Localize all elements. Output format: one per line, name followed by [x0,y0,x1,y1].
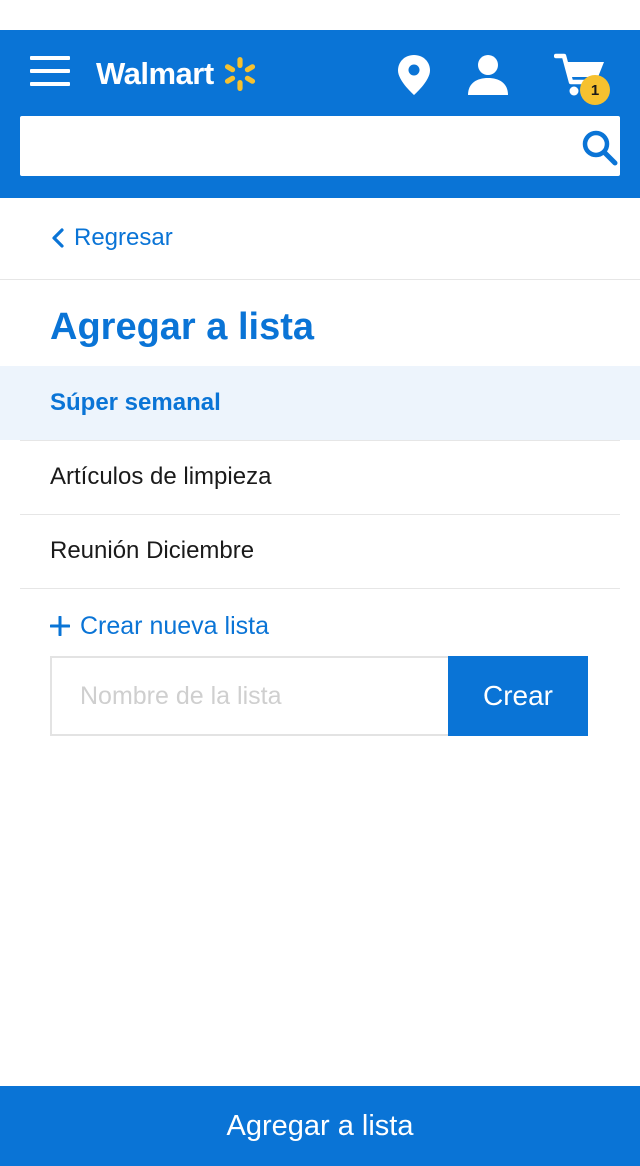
create-list-button[interactable]: Crear [448,656,588,736]
search-input[interactable] [20,116,550,176]
list-divider [20,588,620,589]
site-header: Walmart 1 [0,30,640,198]
list-name-input[interactable] [50,656,448,736]
list-item-super-semanal[interactable]: Súper semanal [0,366,640,440]
page-title: Agregar a lista [50,306,314,348]
plus-icon [50,616,70,636]
list-item-label: Súper semanal [50,389,221,416]
menu-icon[interactable] [30,56,70,90]
list-item-label: Artículos de limpieza [50,463,272,490]
add-to-list-button[interactable]: Agregar a lista [0,1086,640,1166]
list-item-articulos-limpieza[interactable]: Artículos de limpieza [0,440,640,514]
walmart-logo[interactable]: Walmart [96,52,260,96]
status-bar [0,0,640,30]
search-icon[interactable] [580,128,620,168]
list-item-label: Reunión Diciembre [50,537,255,564]
back-link[interactable]: Regresar [50,222,173,254]
user-icon[interactable] [466,54,510,96]
back-label: Regresar [74,224,173,251]
search-bar [20,116,620,176]
create-new-list-label: Crear nueva lista [80,611,269,640]
brand-name: Walmart [96,56,214,91]
cart-count-badge: 1 [580,75,610,105]
list-item-reunion-diciembre[interactable]: Reunión Diciembre [0,514,640,588]
back-row: Regresar [0,198,640,280]
chevron-left-icon [52,228,64,248]
walmart-spark-icon [224,57,255,91]
create-new-list-link[interactable]: Crear nueva lista [50,608,269,644]
location-pin-icon[interactable] [396,54,432,96]
